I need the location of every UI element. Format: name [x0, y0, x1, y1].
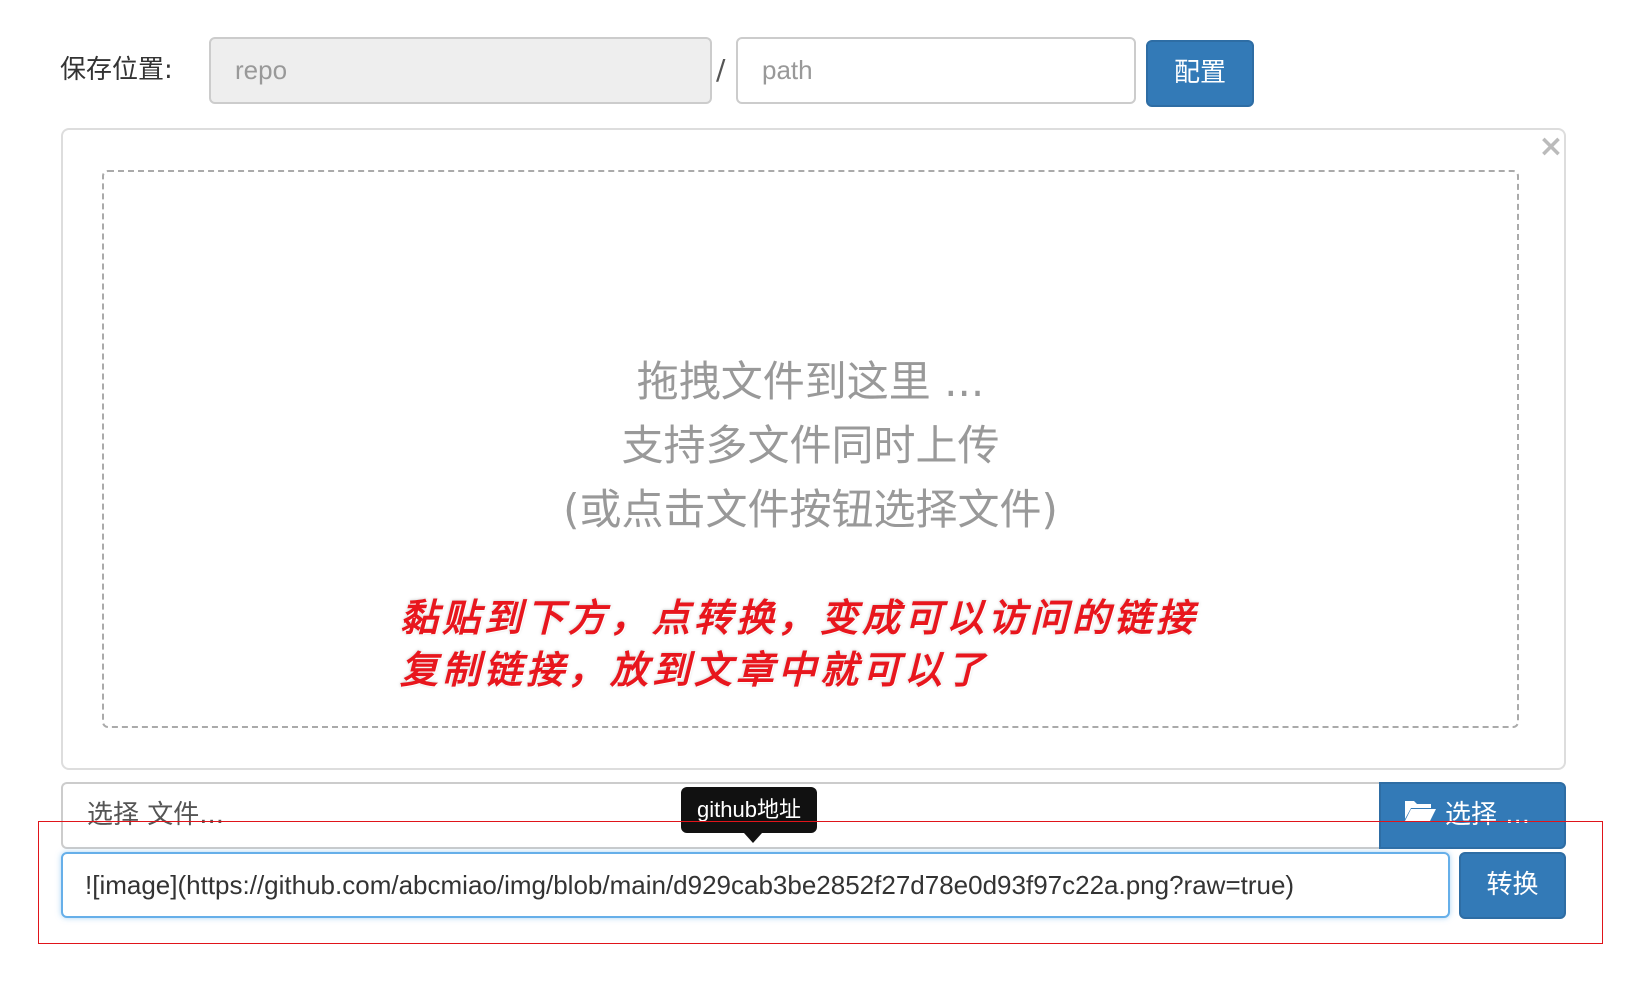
- drop-zone-caption: 拖拽文件到这里 ... 支持多文件同时上传 (或点击文件按钮选择文件): [102, 350, 1519, 542]
- path-input[interactable]: path: [736, 37, 1136, 104]
- close-icon[interactable]: ×: [1536, 132, 1566, 162]
- image-link-input[interactable]: ![image](https://github.com/abcmiao/img/…: [61, 852, 1450, 918]
- folder-open-icon: [1403, 784, 1437, 847]
- choose-file-label: 选择 ...: [1445, 800, 1531, 830]
- convert-button[interactable]: 转换: [1459, 852, 1566, 919]
- drop-zone-line-1: 拖拽文件到这里 ...: [636, 357, 985, 406]
- save-location-label: 保存位置:: [60, 55, 173, 85]
- handwritten-annotation: 黏贴到下方，点转换，变成可以访问的链接 复制链接，放到文章中就可以了: [400, 592, 1440, 696]
- drop-zone-line-3: (或点击文件按钮选择文件): [563, 485, 1058, 534]
- github-address-tooltip: github地址: [681, 787, 817, 833]
- repo-input[interactable]: repo: [209, 37, 712, 104]
- drop-zone-line-2: 支持多文件同时上传: [621, 421, 1000, 470]
- path-separator: /: [716, 53, 726, 86]
- annotation-line-2: 复制链接，放到文章中就可以了: [400, 647, 989, 692]
- tooltip-arrow: [744, 833, 762, 843]
- config-button[interactable]: 配置: [1146, 40, 1254, 107]
- choose-file-button[interactable]: 选择 ...: [1379, 782, 1566, 849]
- annotation-line-1: 黏贴到下方，点转换，变成可以访问的链接: [400, 595, 1199, 640]
